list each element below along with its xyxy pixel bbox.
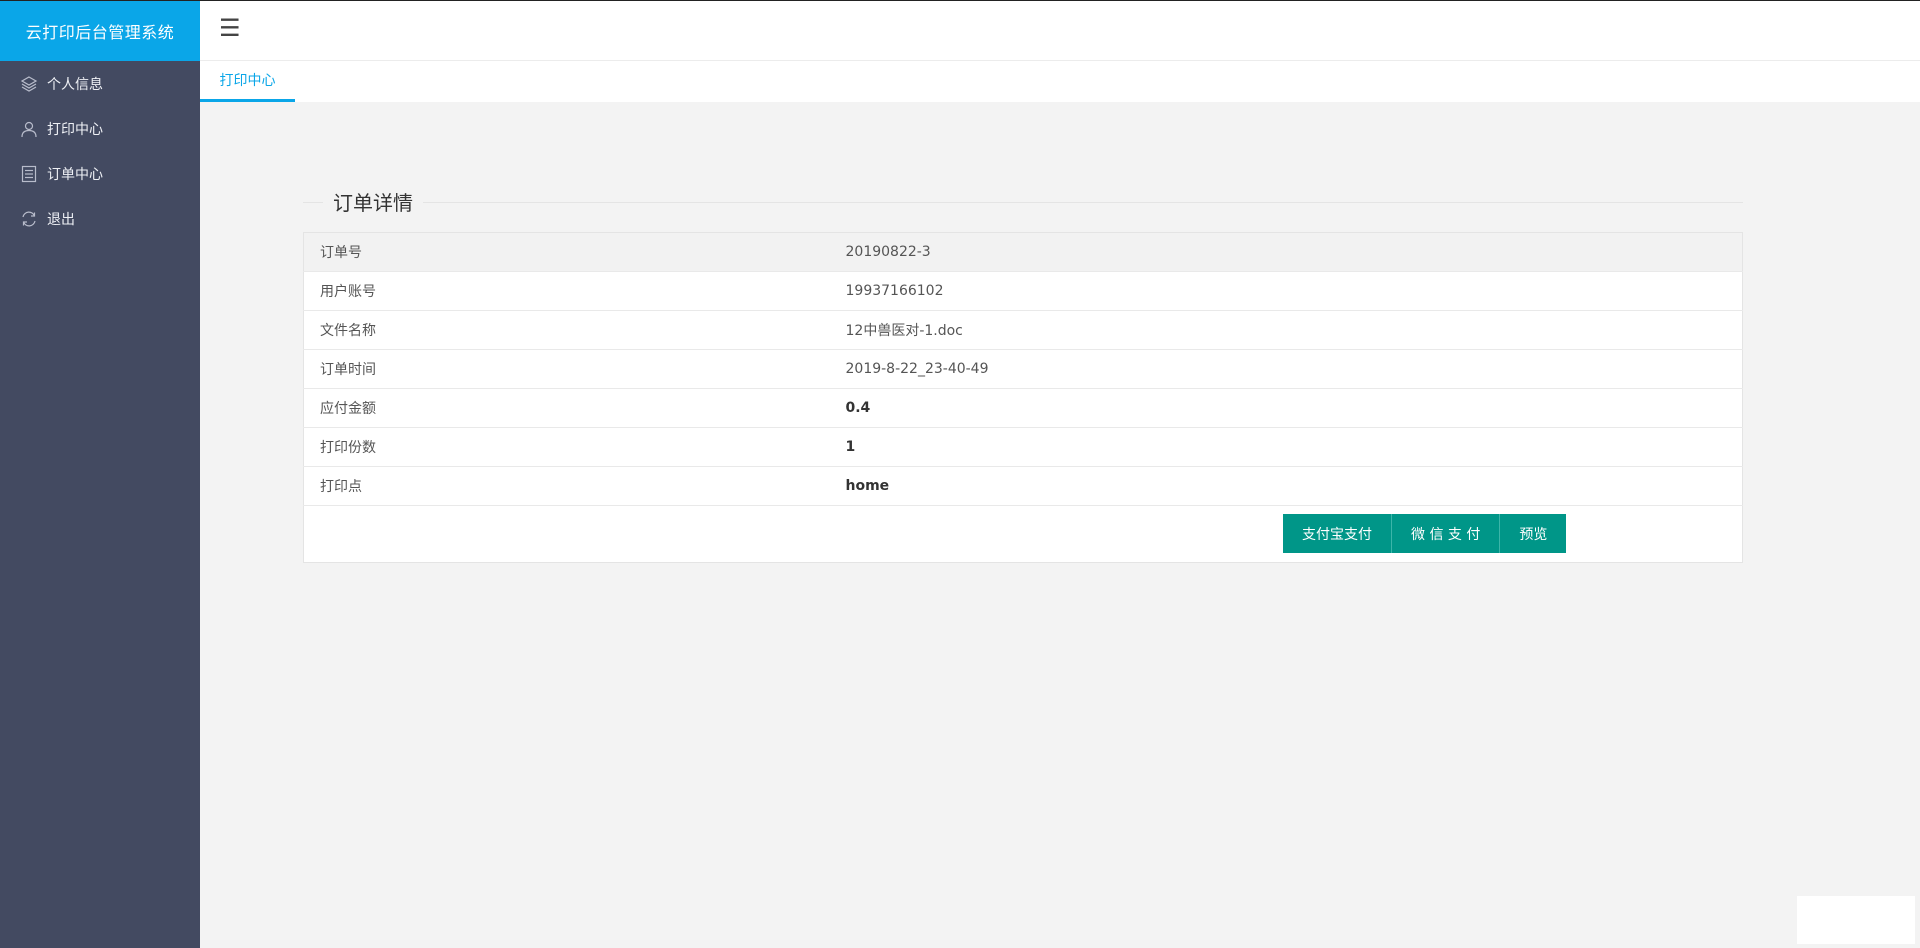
row-label: 订单号	[303, 232, 846, 272]
layers-icon	[20, 75, 38, 93]
row-label: 应付金额	[303, 388, 846, 428]
table-row: 应付金额 0.4	[303, 388, 1743, 428]
sidebar-item-label: 订单中心	[47, 166, 103, 183]
alipay-button[interactable]: 支付宝支付	[1283, 514, 1392, 553]
wechat-pay-button[interactable]: 微 信 支 付	[1392, 514, 1501, 553]
corner-widget	[1797, 896, 1915, 944]
table-row: 文件名称 12中兽医对-1.doc	[303, 310, 1743, 350]
sidebar-item-label: 打印中心	[47, 121, 103, 138]
row-value: home	[845, 466, 1743, 506]
user-icon	[20, 120, 38, 138]
row-label: 打印点	[303, 466, 846, 506]
list-icon	[20, 165, 38, 183]
row-label: 订单时间	[303, 349, 846, 389]
table-row: 订单号 20190822-3	[303, 232, 1743, 272]
tab-print-center[interactable]: 打印中心	[200, 61, 295, 102]
row-value: 20190822-3	[845, 232, 1743, 272]
sidebar-item-profile[interactable]: 个人信息	[0, 61, 200, 106]
section-divider	[303, 202, 1743, 203]
payment-button-group: 支付宝支付 微 信 支 付 预览	[1283, 514, 1567, 553]
sidebar-item-print-center[interactable]: 打印中心	[0, 106, 200, 151]
row-label: 用户账号	[303, 271, 846, 311]
main-content: 订单详情 订单号 20190822-3 用户账号 19937166102 文件名…	[200, 102, 1920, 948]
refresh-icon	[20, 210, 38, 228]
sidebar-item-label: 个人信息	[47, 76, 103, 93]
top-header: ☰	[200, 0, 1920, 61]
menu-toggle-icon[interactable]: ☰	[219, 16, 241, 40]
row-value: 1	[845, 427, 1743, 467]
sidebar-nav: 个人信息 打印中心 订单中心 退出	[0, 61, 200, 241]
tab-bar: 打印中心	[200, 61, 1920, 102]
row-label: 文件名称	[303, 310, 846, 350]
sidebar-item-label: 退出	[47, 211, 75, 228]
table-row: 打印份数 1	[303, 427, 1743, 467]
table-row: 用户账号 19937166102	[303, 271, 1743, 311]
top-border	[0, 0, 1920, 1]
table-row: 打印点 home	[303, 466, 1743, 506]
table-row: 订单时间 2019-8-22_23-40-49	[303, 349, 1743, 389]
row-label: 打印份数	[303, 427, 846, 467]
sidebar: 云打印后台管理系统 个人信息 打印中心 订单中心 退出	[0, 0, 200, 948]
row-value: 19937166102	[845, 271, 1743, 311]
row-value: 2019-8-22_23-40-49	[845, 349, 1743, 389]
section-title: 订单详情	[323, 187, 423, 216]
sidebar-item-order-center[interactable]: 订单中心	[0, 151, 200, 196]
sidebar-item-logout[interactable]: 退出	[0, 196, 200, 241]
preview-button[interactable]: 预览	[1500, 514, 1567, 553]
row-value: 0.4	[845, 388, 1743, 428]
app-title: 云打印后台管理系统	[0, 0, 200, 61]
row-value: 12中兽医对-1.doc	[845, 310, 1743, 350]
